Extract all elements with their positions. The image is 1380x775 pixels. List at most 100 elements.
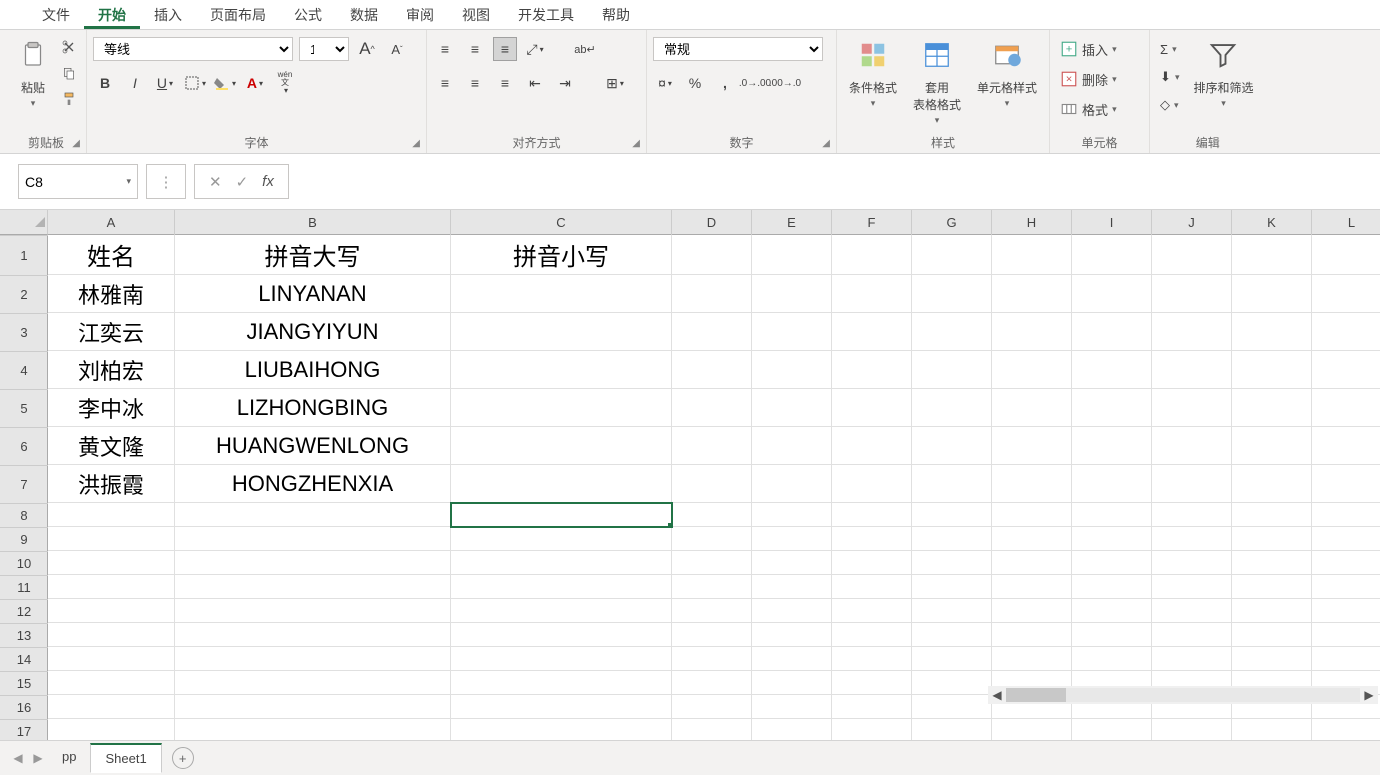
- cell[interactable]: [752, 551, 832, 575]
- cell[interactable]: [672, 235, 752, 275]
- cell[interactable]: LIZHONGBING: [175, 389, 451, 427]
- cell[interactable]: [832, 313, 912, 351]
- cell[interactable]: [832, 389, 912, 427]
- cell[interactable]: [912, 623, 992, 647]
- insert-cells-button[interactable]: +插入▾: [1056, 36, 1121, 62]
- cell[interactable]: [992, 647, 1072, 671]
- cell[interactable]: [1072, 275, 1152, 313]
- cell[interactable]: [752, 275, 832, 313]
- cell[interactable]: [1312, 503, 1380, 527]
- cell[interactable]: [1072, 235, 1152, 275]
- cell[interactable]: 姓名: [48, 235, 175, 275]
- format-cells-button[interactable]: 格式▾: [1056, 96, 1121, 122]
- row-header[interactable]: 3: [0, 313, 48, 351]
- cell[interactable]: [832, 551, 912, 575]
- cell[interactable]: [451, 427, 672, 465]
- copy-button[interactable]: [58, 62, 80, 84]
- cell[interactable]: LINYANAN: [175, 275, 451, 313]
- enter-icon[interactable]: ✓: [236, 173, 249, 191]
- cell[interactable]: [175, 623, 451, 647]
- cell[interactable]: [752, 235, 832, 275]
- cell[interactable]: [1072, 719, 1152, 740]
- scroll-left-icon[interactable]: ◀: [988, 686, 1006, 704]
- cell[interactable]: [912, 575, 992, 599]
- cell[interactable]: [672, 623, 752, 647]
- cell[interactable]: [48, 503, 175, 527]
- cell[interactable]: [175, 671, 451, 695]
- cell[interactable]: [672, 695, 752, 719]
- cell[interactable]: [175, 599, 451, 623]
- cell-styles-button[interactable]: 单元格样式▾: [971, 36, 1043, 113]
- name-box[interactable]: C8 ▾: [18, 164, 138, 199]
- dialog-launcher-icon[interactable]: ◢: [412, 138, 420, 149]
- cell[interactable]: [48, 671, 175, 695]
- cell[interactable]: [1232, 427, 1312, 465]
- cell[interactable]: [1232, 351, 1312, 389]
- dialog-launcher-icon[interactable]: ◢: [72, 138, 80, 149]
- ribbon-tab-2[interactable]: 插入: [140, 0, 196, 29]
- cell[interactable]: [992, 551, 1072, 575]
- formula-input[interactable]: [293, 164, 1374, 199]
- cell[interactable]: LIUBAIHONG: [175, 351, 451, 389]
- ribbon-tab-0[interactable]: 文件: [28, 0, 84, 29]
- cell[interactable]: [451, 599, 672, 623]
- cell[interactable]: [752, 575, 832, 599]
- cell[interactable]: [832, 719, 912, 740]
- align-center-button[interactable]: ≡: [463, 71, 487, 95]
- cell[interactable]: [451, 465, 672, 503]
- cell[interactable]: [1312, 389, 1380, 427]
- row-header[interactable]: 14: [0, 647, 48, 671]
- cell[interactable]: [1072, 527, 1152, 551]
- row-header[interactable]: 9: [0, 527, 48, 551]
- cell[interactable]: [992, 575, 1072, 599]
- cell[interactable]: [672, 575, 752, 599]
- cell[interactable]: [672, 389, 752, 427]
- cell[interactable]: 拼音小写: [451, 235, 672, 275]
- wrap-text-button[interactable]: ab↵: [573, 37, 597, 61]
- cell[interactable]: [451, 389, 672, 427]
- italic-button[interactable]: I: [123, 71, 147, 95]
- cell[interactable]: [672, 275, 752, 313]
- decrease-decimal-button[interactable]: .00→.0: [773, 71, 797, 95]
- cell[interactable]: [451, 623, 672, 647]
- cell[interactable]: [912, 599, 992, 623]
- cell[interactable]: [912, 551, 992, 575]
- row-header[interactable]: 6: [0, 427, 48, 465]
- column-header[interactable]: F: [832, 210, 912, 235]
- cell[interactable]: [1072, 503, 1152, 527]
- cell[interactable]: [912, 647, 992, 671]
- cell[interactable]: [1232, 465, 1312, 503]
- cell[interactable]: [1312, 719, 1380, 740]
- cell[interactable]: [1312, 647, 1380, 671]
- row-header[interactable]: 15: [0, 671, 48, 695]
- cell[interactable]: HUANGWENLONG: [175, 427, 451, 465]
- comma-style-button[interactable]: ,: [713, 71, 737, 95]
- cell[interactable]: [175, 647, 451, 671]
- cell[interactable]: [451, 527, 672, 551]
- cell[interactable]: [451, 575, 672, 599]
- cell[interactable]: [1312, 427, 1380, 465]
- cell[interactable]: [672, 551, 752, 575]
- cell[interactable]: [1072, 351, 1152, 389]
- cell[interactable]: [832, 647, 912, 671]
- cell[interactable]: [1152, 719, 1232, 740]
- ribbon-tab-8[interactable]: 开发工具: [504, 0, 588, 29]
- increase-font-button[interactable]: A^: [355, 37, 379, 61]
- cell[interactable]: [1312, 351, 1380, 389]
- cell[interactable]: [451, 719, 672, 740]
- cell[interactable]: [912, 503, 992, 527]
- scroll-right-icon[interactable]: ▶: [1360, 686, 1378, 704]
- row-header[interactable]: 5: [0, 389, 48, 427]
- cell[interactable]: [175, 719, 451, 740]
- cell[interactable]: [752, 503, 832, 527]
- cell[interactable]: [1072, 575, 1152, 599]
- cell[interactable]: [451, 671, 672, 695]
- format-painter-button[interactable]: [58, 88, 80, 110]
- cell[interactable]: [912, 695, 992, 719]
- cell[interactable]: [912, 389, 992, 427]
- clear-button[interactable]: ◇▾: [1156, 92, 1183, 118]
- chevron-down-icon[interactable]: ▾: [126, 176, 131, 187]
- sheet-tab[interactable]: Sheet1: [90, 743, 161, 773]
- cell[interactable]: [832, 351, 912, 389]
- cell[interactable]: [175, 503, 451, 527]
